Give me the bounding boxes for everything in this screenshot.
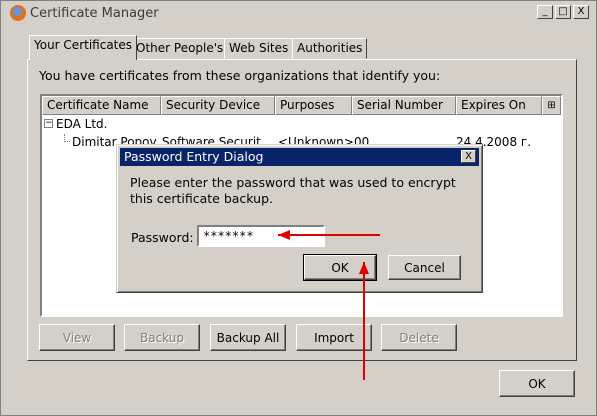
arrow-to-password-head	[278, 230, 290, 240]
arrow-to-ok-head	[359, 262, 369, 274]
annotation-arrows	[278, 230, 380, 380]
